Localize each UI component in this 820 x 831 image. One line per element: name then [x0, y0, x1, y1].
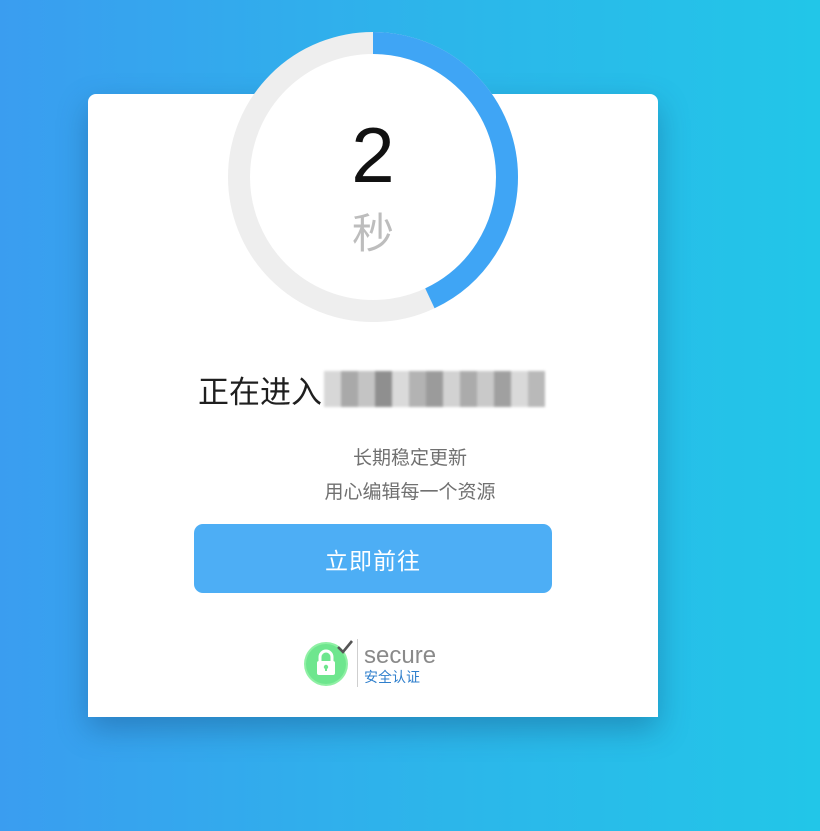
go-now-button[interactable]: 立即前往: [194, 524, 552, 593]
tagline-line-2: 用心编辑每一个资源: [324, 481, 496, 503]
destination-heading: 正在进入: [198, 364, 545, 414]
secure-text: secure 安全认证: [364, 642, 436, 685]
redacted-site-name: [324, 371, 545, 407]
lock-icon: [303, 637, 355, 689]
countdown-ring: 2 秒: [226, 30, 520, 324]
countdown-unit: 秒: [351, 209, 394, 258]
secure-subtitle: 安全认证: [364, 669, 420, 686]
secure-divider: [357, 639, 358, 687]
secure-badge: secure 安全认证: [303, 637, 436, 689]
checkmark-icon: [337, 640, 354, 654]
secure-word: secure: [364, 641, 437, 669]
heading-text: 正在进入: [198, 374, 322, 411]
countdown-number: 2: [351, 111, 395, 199]
tagline-line-1: 长期稳定更新: [352, 447, 467, 469]
